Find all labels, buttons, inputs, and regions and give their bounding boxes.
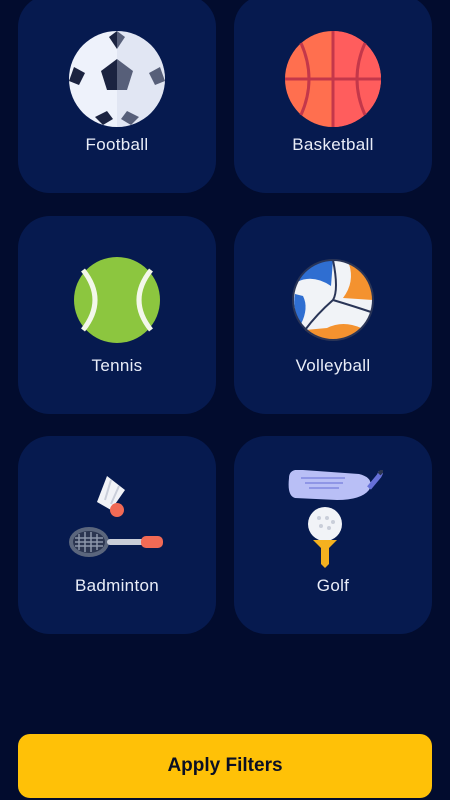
football-icon: [69, 31, 165, 127]
tennis-ball-icon: [74, 257, 160, 343]
volleyball-icon: [292, 259, 374, 341]
sport-label-volleyball: Volleyball: [295, 356, 371, 375]
sport-card-tennis[interactable]: Tennis: [18, 216, 216, 414]
sport-label-golf: Golf: [316, 576, 350, 595]
sport-card-football[interactable]: Football: [18, 0, 216, 193]
badminton-icon: [69, 476, 163, 557]
sport-label-badminton: Badminton: [75, 576, 159, 595]
sport-label-football: Football: [85, 135, 149, 154]
sport-card-basketball[interactable]: Basketball: [234, 0, 432, 193]
sport-label-basketball: Basketball: [292, 135, 374, 154]
sport-label-tennis: Tennis: [91, 356, 143, 375]
sport-card-golf[interactable]: Golf: [234, 436, 432, 634]
apply-filters-button[interactable]: Apply Filters: [18, 734, 432, 798]
golf-icon: [288, 470, 383, 568]
sport-card-badminton[interactable]: Badminton: [18, 436, 216, 634]
sport-card-volleyball[interactable]: Volleyball: [234, 216, 432, 414]
basketball-icon: [285, 31, 381, 127]
